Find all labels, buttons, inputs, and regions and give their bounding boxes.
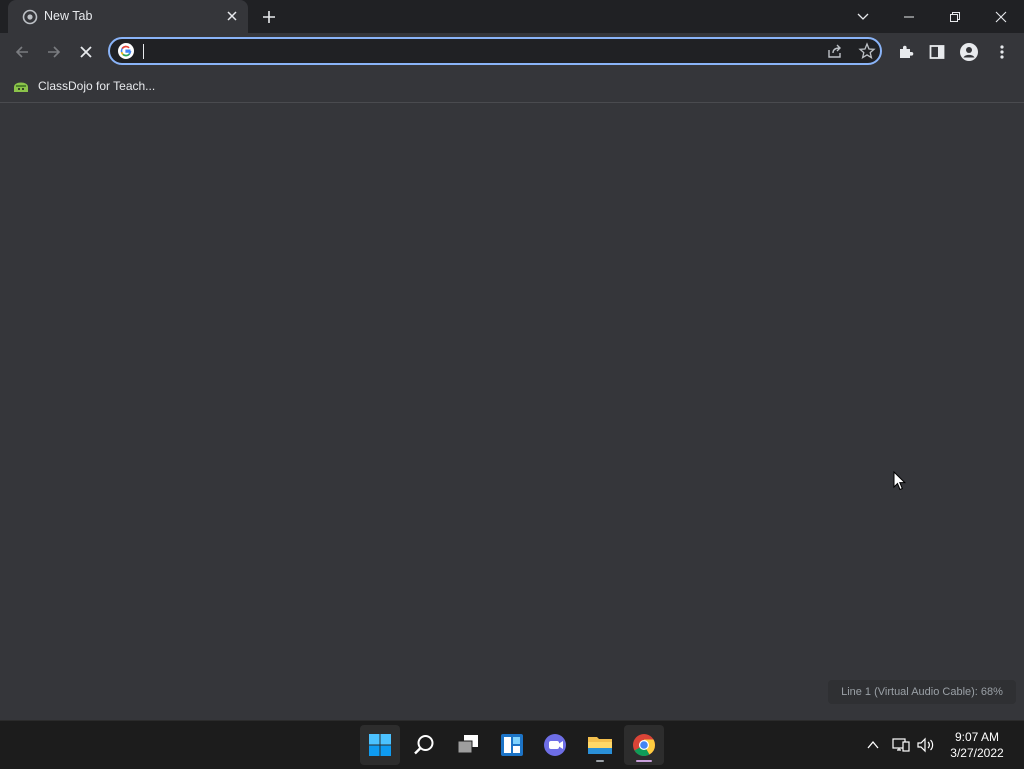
forward-button[interactable] xyxy=(43,41,65,63)
widgets-button[interactable] xyxy=(492,725,532,765)
network-button[interactable] xyxy=(891,735,911,755)
browser-toolbar xyxy=(0,33,1024,71)
clock-date: 3/27/2022 xyxy=(950,746,1004,760)
task-view-icon xyxy=(457,735,478,754)
folder-icon xyxy=(588,737,612,754)
widgets-icon xyxy=(501,734,523,756)
taskbar-search-button[interactable] xyxy=(404,725,444,765)
close-window-button[interactable] xyxy=(978,0,1024,33)
close-tab-icon[interactable] xyxy=(224,8,240,24)
arrow-right-icon xyxy=(48,46,61,58)
minimize-button[interactable] xyxy=(886,0,932,33)
restore-button[interactable] xyxy=(932,0,978,33)
bookmark-classdojo[interactable]: ClassDojo for Teach... xyxy=(12,75,155,97)
restore-icon xyxy=(950,11,960,22)
tab-title: New Tab xyxy=(44,9,93,23)
close-icon xyxy=(80,46,92,58)
omnibox-input[interactable] xyxy=(142,42,782,60)
new-tab-button[interactable] xyxy=(258,6,280,28)
chrome-menu-button[interactable] xyxy=(991,41,1013,63)
teams-chat-icon xyxy=(544,734,566,756)
side-panel-button[interactable] xyxy=(926,41,948,63)
clock-time: 9:07 AM xyxy=(954,730,1000,744)
chevron-up-icon xyxy=(867,740,879,749)
tab-strip: New Tab xyxy=(0,0,1024,33)
chevron-down-icon xyxy=(857,13,869,20)
page-content xyxy=(0,103,1024,720)
minimize-icon xyxy=(904,16,914,17)
tab-search-button[interactable] xyxy=(840,0,886,33)
extensions-button[interactable] xyxy=(895,41,917,63)
stop-loading-button[interactable] xyxy=(75,41,97,63)
bookmark-star-icon[interactable] xyxy=(858,42,876,60)
classdojo-icon xyxy=(14,82,28,92)
task-view-button[interactable] xyxy=(448,725,488,765)
side-panel-icon xyxy=(929,45,945,59)
system-clock[interactable]: 9:07 AM 3/27/2022 xyxy=(944,729,1010,761)
text-caret xyxy=(143,44,144,59)
share-icon[interactable] xyxy=(826,42,844,60)
audio-volume-osd: Line 1 (Virtual Audio Cable): 68% xyxy=(828,680,1016,704)
network-icon xyxy=(892,738,910,752)
avatar-icon xyxy=(960,43,978,61)
profile-button[interactable] xyxy=(958,41,980,63)
chrome-icon xyxy=(633,734,655,756)
search-icon xyxy=(414,735,434,755)
mouse-cursor-icon xyxy=(893,471,907,491)
taskbar: 9:07 AM 3/27/2022 xyxy=(0,720,1024,769)
tab-new-tab[interactable]: New Tab xyxy=(8,0,248,33)
back-button[interactable] xyxy=(11,41,33,63)
active-indicator xyxy=(636,760,652,762)
file-explorer-button[interactable] xyxy=(580,725,620,765)
puzzle-icon xyxy=(900,45,914,58)
running-indicator xyxy=(596,760,604,762)
arrow-left-icon xyxy=(15,46,28,58)
speaker-icon xyxy=(917,737,934,753)
volume-button[interactable] xyxy=(916,735,936,755)
bookmarks-bar: ClassDojo for Teach... xyxy=(0,71,1024,103)
google-icon xyxy=(118,43,134,59)
close-icon xyxy=(995,11,1007,22)
bookmark-label: ClassDojo for Teach... xyxy=(38,79,156,93)
chrome-taskbar-button[interactable] xyxy=(624,725,664,765)
start-button[interactable] xyxy=(360,725,400,765)
windows-start-icon xyxy=(369,734,391,756)
chrome-newtab-icon xyxy=(22,9,38,25)
show-hidden-icons-button[interactable] xyxy=(863,735,883,755)
more-vert-icon xyxy=(1000,45,1004,59)
teams-chat-button[interactable] xyxy=(536,725,576,765)
address-bar[interactable] xyxy=(108,37,882,65)
